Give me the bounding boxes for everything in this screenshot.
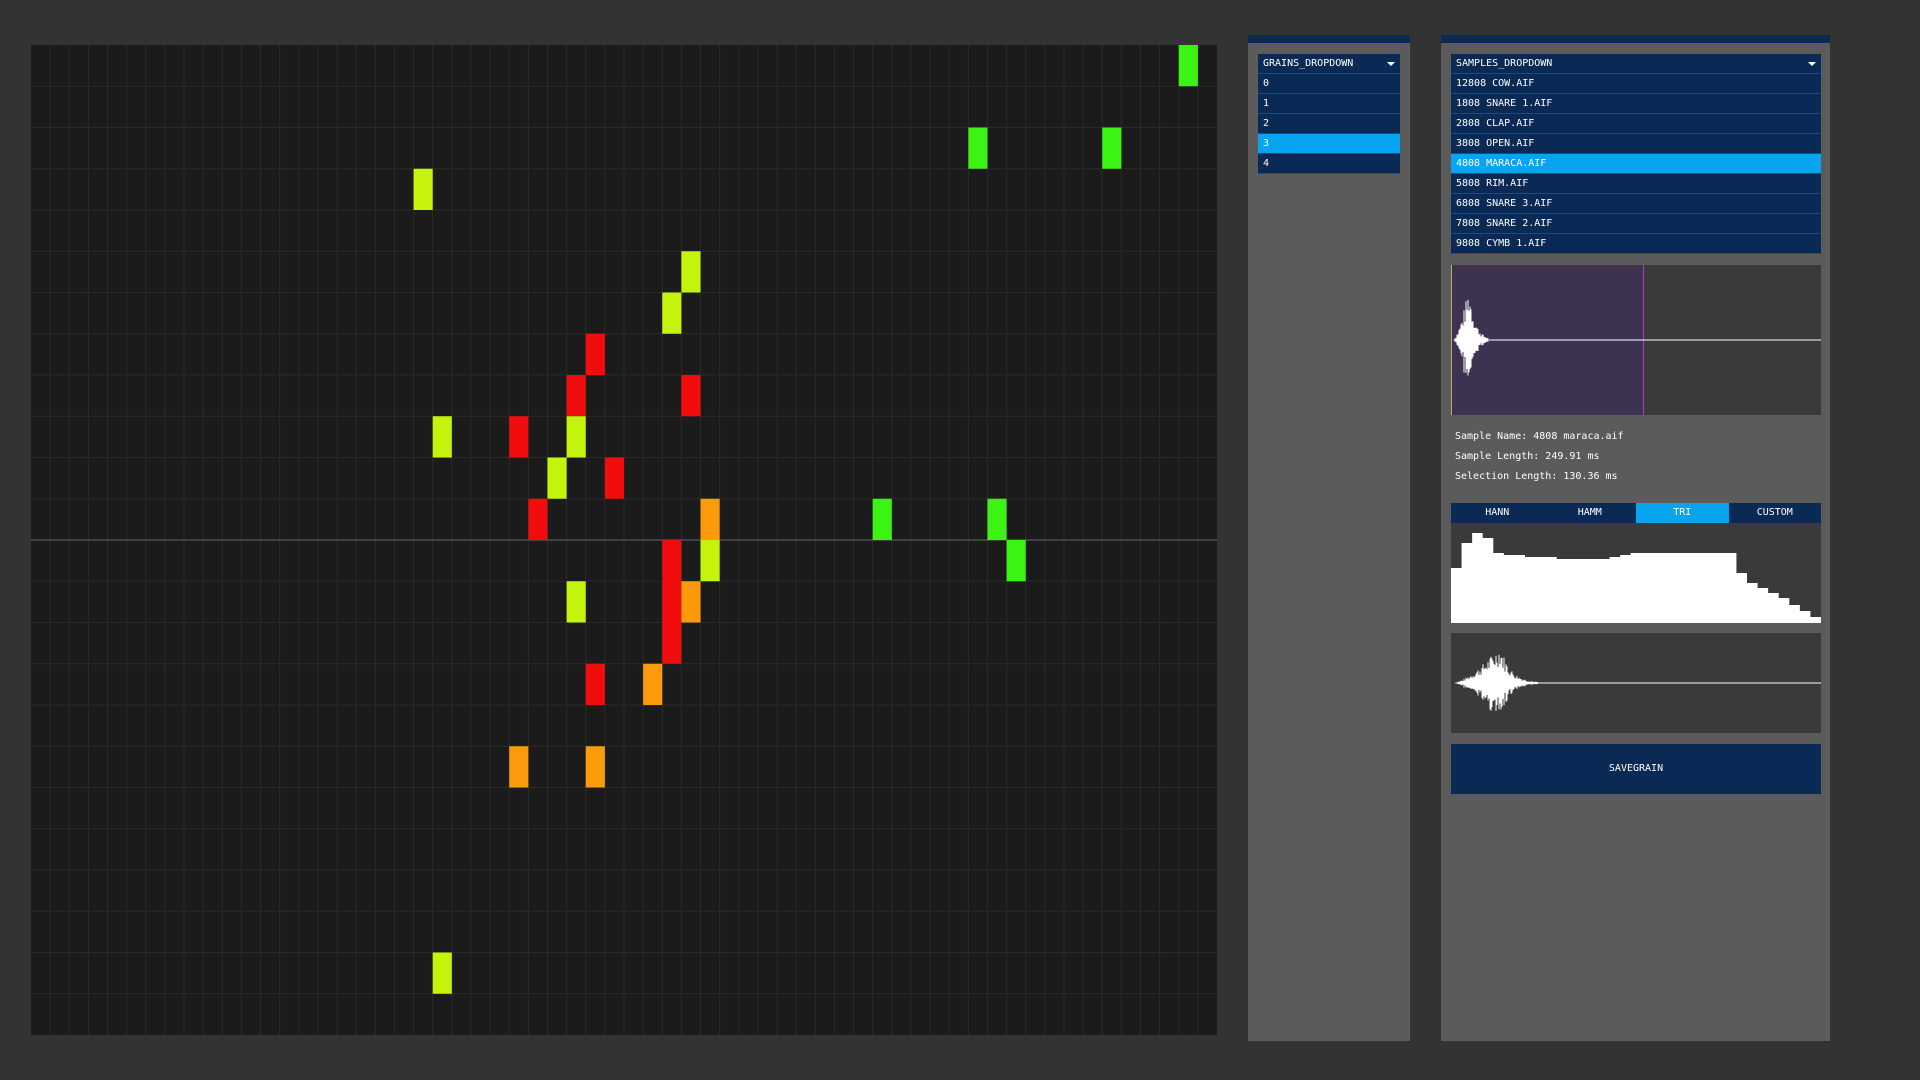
grain-option[interactable]: 3 — [1258, 134, 1400, 154]
window-tab[interactable]: HAMM — [1543, 503, 1636, 523]
grain-cell[interactable] — [432, 952, 452, 994]
sample-option[interactable]: 5808 RIM.AIF — [1451, 174, 1821, 194]
grain-cell[interactable] — [509, 416, 529, 458]
grain-waveform — [1453, 654, 1821, 711]
grain-cell[interactable] — [566, 375, 586, 417]
grain-option[interactable]: 2 — [1258, 114, 1400, 134]
grid-canvas[interactable] — [31, 45, 1217, 1035]
sample-option[interactable]: 2808 CLAP.AIF — [1451, 114, 1821, 134]
grain-cell[interactable] — [700, 540, 720, 582]
sample-name-text: Sample Name: 4808 maraca.aif — [1455, 431, 1624, 442]
grain-cell[interactable] — [585, 746, 605, 788]
grain-cell[interactable] — [872, 498, 892, 540]
chevron-down-icon[interactable] — [1387, 62, 1395, 66]
grain-cell[interactable] — [604, 457, 624, 499]
grain-cell[interactable] — [566, 581, 586, 623]
sample-option[interactable]: 7808 SNARE 2.AIF — [1451, 214, 1821, 234]
chevron-down-icon[interactable] — [1808, 62, 1816, 66]
sample-option[interactable]: 6808 SNARE 3.AIF — [1451, 194, 1821, 214]
sample-info: Sample Name: 4808 maraca.aif Sample Leng… — [1455, 427, 1624, 487]
grain-option[interactable]: 4 — [1258, 154, 1400, 174]
sample-length-text: Sample Length: 249.91 ms — [1455, 451, 1600, 462]
grain-cell[interactable] — [566, 416, 586, 458]
save-grain-button[interactable]: SAVEGRAIN — [1451, 744, 1821, 794]
grain-cell[interactable] — [681, 375, 701, 417]
grain-cell[interactable] — [662, 581, 682, 623]
grain-cell[interactable] — [681, 251, 701, 293]
grain-cell[interactable] — [643, 663, 663, 705]
grain-cell[interactable] — [585, 333, 605, 375]
grain-cell[interactable] — [968, 127, 988, 169]
sample-option[interactable]: 1808 SNARE 1.AIF — [1451, 94, 1821, 114]
sample-option[interactable]: 9808 CYMB 1.AIF — [1451, 234, 1821, 254]
grain-cell[interactable] — [528, 498, 548, 540]
window-tab[interactable]: CUSTOM — [1728, 503, 1821, 523]
samples-list: 12808 COW.AIF 1808 SNARE 1.AIF 2808 CLAP.A… — [1451, 74, 1821, 254]
window-type-tabs: HANN HAMM TRI CUSTOM — [1451, 503, 1821, 523]
grain-cell[interactable] — [432, 416, 452, 458]
window-tab[interactable]: HANN — [1451, 503, 1544, 523]
window-tab[interactable]: TRI — [1636, 503, 1729, 523]
grain-cell[interactable] — [585, 663, 605, 705]
samples-dropdown-label: SAMPLES_DROPDOWN — [1456, 58, 1553, 69]
grain-cell[interactable] — [681, 581, 701, 623]
selection-length-text: Selection Length: 130.36 ms — [1455, 471, 1618, 482]
grain-cell[interactable] — [1102, 127, 1122, 169]
grains-dropdown-label: GRAINS_DROPDOWN — [1263, 58, 1354, 69]
grain-cell[interactable] — [662, 540, 682, 582]
grain-cell[interactable] — [987, 498, 1007, 540]
sample-option[interactable]: 4808 MARACA.AIF — [1451, 154, 1821, 174]
grain-wave-path — [1453, 654, 1539, 711]
samples-panel: SAMPLES_DROPDOWN 12808 COW.AIF 1808 SNARE… — [1441, 35, 1830, 1041]
grain-cell[interactable] — [413, 168, 433, 210]
sample-option[interactable]: 12808 COW.AIF — [1451, 74, 1821, 94]
grain-grid[interactable] — [31, 45, 1217, 1035]
grain-cell[interactable] — [700, 498, 720, 540]
grain-cell[interactable] — [547, 457, 567, 499]
grain-waveform-view — [1451, 633, 1821, 733]
grain-cell[interactable] — [662, 292, 682, 334]
grain-cell[interactable] — [662, 622, 682, 664]
grain-cell[interactable] — [1178, 45, 1198, 87]
grain-cell[interactable] — [509, 746, 529, 788]
window-shape[interactable] — [1451, 523, 1821, 623]
window-shape-view[interactable] — [1451, 523, 1821, 623]
grain-option[interactable]: 0 — [1258, 74, 1400, 94]
grain-cell[interactable] — [1006, 540, 1026, 582]
sample-waveform-view[interactable] — [1451, 265, 1821, 415]
sample-waveform[interactable] — [1451, 265, 1821, 415]
window-shape-fill — [1451, 533, 1821, 623]
grain-option[interactable]: 1 — [1258, 94, 1400, 114]
samples-dropdown[interactable]: SAMPLES_DROPDOWN — [1451, 54, 1821, 74]
sample-option[interactable]: 3808 OPEN.AIF — [1451, 134, 1821, 154]
grains-panel: GRAINS_DROPDOWN 01234 — [1248, 35, 1410, 1041]
grains-list: 01234 — [1258, 74, 1400, 174]
grains-dropdown[interactable]: GRAINS_DROPDOWN — [1258, 54, 1400, 74]
